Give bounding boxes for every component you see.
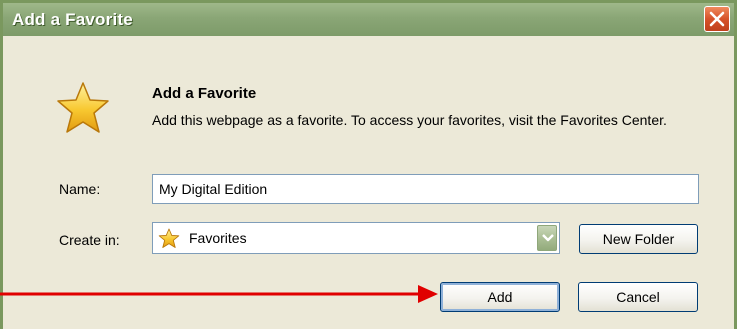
annotation-arrow — [0, 285, 438, 303]
close-icon — [709, 11, 725, 27]
cancel-button[interactable]: Cancel — [578, 282, 698, 312]
create-in-value: Favorites — [189, 230, 247, 246]
close-button[interactable] — [704, 6, 730, 32]
dropdown-toggle[interactable] — [537, 225, 557, 251]
new-folder-button[interactable]: New Folder — [579, 224, 698, 254]
create-in-label: Create in: — [59, 232, 120, 248]
name-input[interactable] — [152, 174, 699, 204]
window-title: Add a Favorite — [12, 10, 133, 29]
title-bar: Add a Favorite — [3, 3, 734, 36]
add-favorite-dialog: Add a Favorite Add a Favorite Add this w… — [0, 0, 737, 329]
star-icon — [57, 82, 109, 133]
chevron-down-icon — [542, 234, 554, 242]
star-icon — [158, 228, 180, 248]
add-button[interactable]: Add — [440, 282, 560, 312]
create-in-dropdown[interactable]: Favorites — [152, 222, 560, 254]
dialog-heading: Add a Favorite — [152, 85, 257, 102]
name-label: Name: — [59, 181, 101, 197]
dialog-description: Add this webpage as a favorite. To acces… — [152, 112, 667, 128]
